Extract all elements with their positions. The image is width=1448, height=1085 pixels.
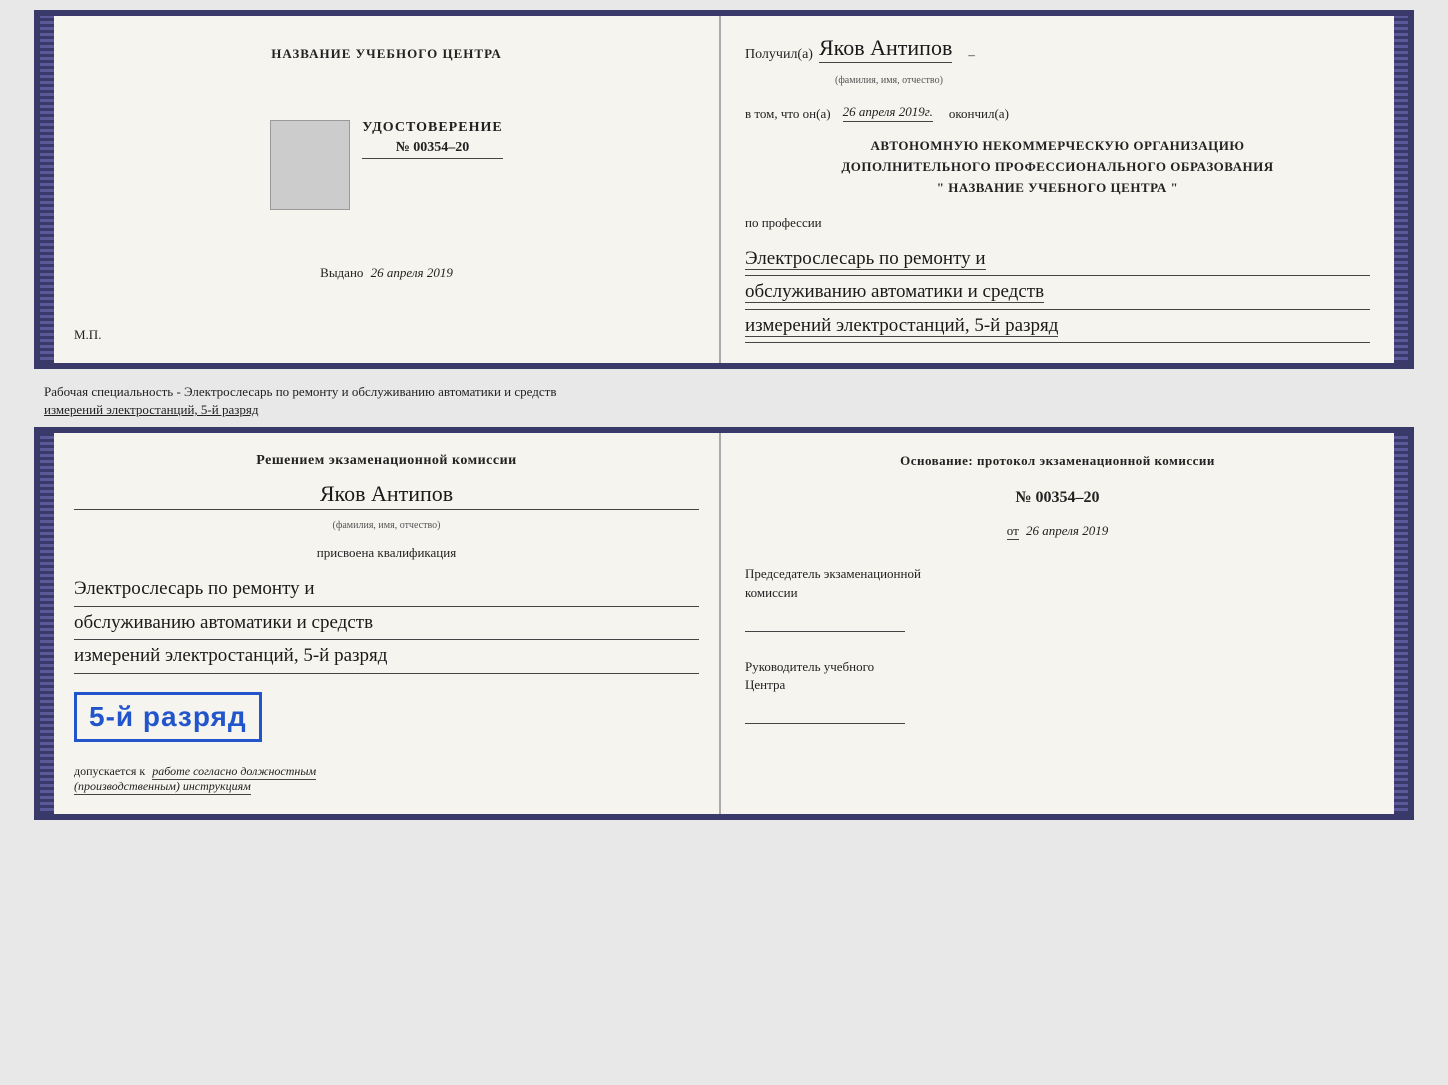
cert-text: УДОСТОВЕРЕНИЕ № 00354–20	[362, 120, 502, 159]
vydano-label: Выдано	[320, 265, 363, 280]
separator-line1: Рабочая специальность - Электрослесарь п…	[44, 383, 1414, 401]
mp-label: М.П.	[74, 327, 101, 343]
kvalif-line1: Электрослесарь по ремонту и	[74, 575, 699, 607]
komissia-name: Яков Антипов	[74, 481, 699, 510]
rukov-line2: Центра	[745, 677, 785, 692]
separator-line2: измерений электростанций, 5-й разряд	[44, 401, 1414, 419]
org-line2: ДОПОЛНИТЕЛЬНОГО ПРОФЕССИОНАЛЬНОГО ОБРАЗО…	[745, 157, 1370, 178]
dopuskaetsya-label: допускается к	[74, 764, 145, 778]
profession-line2: обслуживанию автоматики и средств	[745, 278, 1370, 310]
org-quote: " НАЗВАНИЕ УЧЕБНОГО ЦЕНТРА "	[745, 178, 1370, 199]
recipient-name: Яков Антипов	[819, 36, 952, 63]
protocol-date: от 26 апреля 2019	[745, 523, 1370, 539]
spine-right-top	[1394, 16, 1408, 363]
osnov-label: Основание: протокол экзаменационной коми…	[745, 453, 1370, 469]
kval-text1: Электрослесарь по ремонту и	[74, 578, 315, 599]
prof-text3: измерений электростанций, 5-й разряд	[745, 315, 1058, 337]
bottom-booklet-right: Основание: протокол экзаменационной коми…	[721, 433, 1394, 814]
okonchil-label: окончил(а)	[949, 106, 1009, 122]
recipient-line: Получил(а) Яков Антипов –	[745, 36, 1370, 63]
komissia-title: Решением экзаменационной комиссии	[74, 453, 699, 469]
spine-left	[40, 16, 54, 363]
prof-text2: обслуживанию автоматики и средств	[745, 281, 1044, 303]
razryad-text: 5-й разряд	[74, 692, 262, 742]
dopusk-text: работе согласно должностным	[152, 764, 316, 780]
dash: –	[968, 47, 975, 63]
protocol-number: № 00354–20	[745, 489, 1370, 507]
cert-title: УДОСТОВЕРЕНИЕ	[362, 120, 502, 136]
chairman-signature-line	[745, 612, 905, 632]
profession-line1: Электрослесарь по ремонту и	[745, 245, 1370, 277]
bottom-booklet: Решением экзаменационной комиссии Яков А…	[34, 427, 1414, 820]
separator-text: Рабочая специальность - Электрослесарь п…	[34, 377, 1414, 419]
kval-text3: измерений электростанций, 5-й разряд	[74, 645, 387, 666]
rukov-signature-line	[745, 704, 905, 724]
kvalif-line2: обслуживанию автоматики и средств	[74, 609, 699, 641]
top-booklet-left-page: НАЗВАНИЕ УЧЕБНОГО ЦЕНТРА УДОСТОВЕРЕНИЕ №…	[54, 16, 721, 363]
vtom-date: 26 апреля 2019г.	[843, 104, 933, 122]
rukov-line1: Руководитель учебного	[745, 659, 874, 674]
fio-hint-top: (фамилия, имя, отчество)	[835, 75, 1370, 86]
profession-block: Электрослесарь по ремонту и обслуживанию…	[745, 245, 1370, 344]
vydano-date: 26 апреля 2019	[371, 265, 453, 280]
dopusk-block: допускается к работе согласно должностны…	[74, 764, 699, 794]
poluchil-label: Получил(а)	[745, 47, 813, 63]
kvalif-line3: измерений электростанций, 5-й разряд	[74, 642, 699, 674]
vydano-line: Выдано 26 апреля 2019	[320, 265, 453, 281]
cert-number: № 00354–20	[362, 140, 502, 159]
vtom-label: в том, что он(а)	[745, 106, 831, 122]
kval-text2: обслуживанию автоматики и средств	[74, 612, 373, 633]
razryad-badge: 5-й разряд	[74, 682, 699, 752]
top-booklet: НАЗВАНИЕ УЧЕБНОГО ЦЕНТРА УДОСТОВЕРЕНИЕ №…	[34, 10, 1414, 369]
vtom-line: в том, что он(а) 26 апреля 2019г. окончи…	[745, 104, 1370, 122]
dopusk-text2: (производственным) инструкциям	[74, 779, 251, 795]
chairman-block: Председатель экзаменационной комиссии	[745, 565, 1370, 631]
top-booklet-right-page: Получил(а) Яков Антипов – (фамилия, имя,…	[721, 16, 1394, 363]
po-professii-label: по профессии	[745, 215, 1370, 231]
rukov-block: Руководитель учебного Центра	[745, 658, 1370, 724]
spine-right-bottom	[1394, 433, 1408, 814]
bottom-booklet-left: Решением экзаменационной комиссии Яков А…	[54, 433, 721, 814]
prof-text1: Электрослесарь по ремонту и	[745, 248, 986, 270]
prisvoena-label: присвоена квалификация	[74, 545, 699, 561]
chairman-line1: Председатель экзаменационной	[745, 566, 921, 581]
chairman-line2: комиссии	[745, 585, 798, 600]
school-name-top: НАЗВАНИЕ УЧЕБНОГО ЦЕНТРА	[271, 46, 502, 62]
ot-label: от	[1007, 523, 1019, 540]
kvalif-block: Электрослесарь по ремонту и обслуживанию…	[74, 575, 699, 674]
org-line1: АВТОНОМНУЮ НЕКОММЕРЧЕСКУЮ ОРГАНИЗАЦИЮ	[745, 136, 1370, 157]
org-block: АВТОНОМНУЮ НЕКОММЕРЧЕСКУЮ ОРГАНИЗАЦИЮ ДО…	[745, 136, 1370, 198]
profession-line3: измерений электростанций, 5-й разряд	[745, 312, 1370, 344]
fio-hint-bottom: (фамилия, имя, отчество)	[74, 520, 699, 531]
cert-section: УДОСТОВЕРЕНИЕ № 00354–20	[270, 120, 502, 210]
spine-left-bottom	[40, 433, 54, 814]
cert-title-block: УДОСТОВЕРЕНИЕ № 00354–20	[362, 120, 502, 159]
photo-placeholder	[270, 120, 350, 210]
ot-date: 26 апреля 2019	[1026, 523, 1108, 538]
